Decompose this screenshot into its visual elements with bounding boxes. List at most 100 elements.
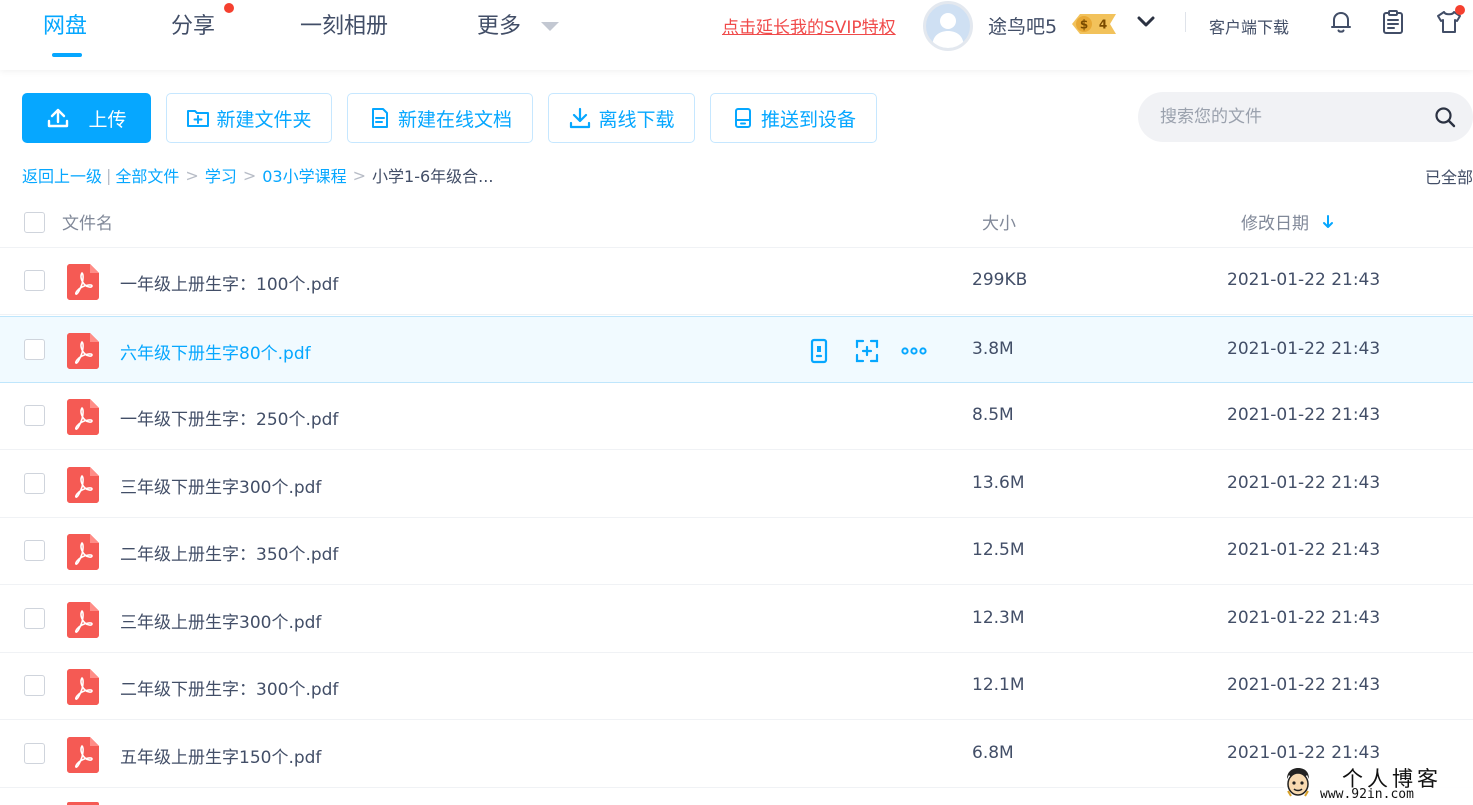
chevron-down-icon[interactable] <box>1136 14 1156 30</box>
breadcrumb-study[interactable]: 学习 <box>205 163 237 187</box>
vip-level: 4 <box>1099 18 1107 32</box>
push-to-device-label: 推送到设备 <box>760 108 856 131</box>
file-size: 3.8M <box>972 338 1014 359</box>
document-icon <box>371 108 388 128</box>
file-date: 2021-01-22 21:43 <box>1227 270 1381 290</box>
column-size[interactable]: 大小 <box>982 209 1016 234</box>
watermark-url: www.92in.com <box>1320 787 1414 802</box>
breadcrumb-all-files[interactable]: 全部文件 <box>115 163 179 187</box>
more-caret-icon[interactable] <box>541 22 559 31</box>
row-checkbox[interactable] <box>24 405 45 426</box>
push-to-device-button[interactable]: 推送到设备 <box>710 93 877 143</box>
file-size: 12.3M <box>972 607 1025 628</box>
table-row[interactable]: 六年级下册生字80个.pdf 3.8M 2021-01-22 21:43 <box>0 315 1473 383</box>
client-download-link[interactable]: 客户端下载 <box>1209 14 1289 38</box>
file-date: 2021-01-22 21:43 <box>1227 742 1381 763</box>
tab-more[interactable]: 更多 <box>477 8 521 40</box>
loaded-all-status: 已全部 <box>1424 168 1473 187</box>
offline-download-button[interactable]: 离线下载 <box>548 93 695 143</box>
column-name[interactable]: 文件名 <box>62 209 113 234</box>
file-date: 2021-01-22 21:43 <box>1227 540 1381 560</box>
row-checkbox[interactable] <box>24 742 45 764</box>
clipboard-icon[interactable] <box>1379 8 1407 36</box>
tab-album[interactable]: 一刻相册 <box>300 8 388 40</box>
new-online-doc-label: 新建在线文档 <box>397 108 512 131</box>
file-name[interactable]: 二年级上册生字：350个.pdf <box>120 540 338 565</box>
breadcrumb-primary-course[interactable]: 03小学课程 <box>262 163 346 187</box>
vip-symbol: $ <box>1080 18 1088 32</box>
pdf-file-icon <box>67 332 99 369</box>
device-icon <box>734 108 751 128</box>
file-name[interactable]: 三年级下册生字300个.pdf <box>120 473 321 498</box>
file-date: 2021-01-22 21:43 <box>1227 405 1381 425</box>
column-date[interactable]: 修改日期 <box>1241 209 1309 234</box>
upload-icon <box>48 108 69 128</box>
new-folder-button[interactable]: 新建文件夹 <box>166 93 332 143</box>
sort-desc-icon[interactable] <box>1321 214 1335 230</box>
pdf-file-icon <box>67 399 99 435</box>
new-online-doc-button[interactable]: 新建在线文档 <box>347 93 533 143</box>
avatar[interactable] <box>923 1 973 51</box>
row-checkbox[interactable] <box>24 270 45 291</box>
file-size: 12.5M <box>972 540 1025 560</box>
row-checkbox[interactable] <box>24 338 45 360</box>
pdf-file-icon <box>67 264 99 300</box>
active-tab-indicator <box>52 53 82 57</box>
file-date: 2021-01-22 21:43 <box>1227 675 1381 695</box>
file-name[interactable]: 三年级上册生字300个.pdf <box>120 608 321 633</box>
pdf-file-icon <box>67 466 99 503</box>
row-checkbox[interactable] <box>24 675 45 696</box>
svip-level-badge: $ 4 <box>1072 14 1116 34</box>
top-navbar: 网盘 分享 一刻相册 更多 点击延长我的SVIP特权 途鸟吧5 $ 4 客户端下… <box>0 0 1473 70</box>
share-link-icon[interactable] <box>854 338 880 364</box>
share-notification-dot <box>224 3 234 13</box>
divider <box>1185 12 1186 32</box>
file-name[interactable]: 一年级下册生字：250个.pdf <box>120 405 338 430</box>
cartoon-face-icon <box>1287 768 1309 797</box>
table-row[interactable]: 五年级上册生字150个.pdf 6.8M 2021-01-22 21:43 <box>0 721 1473 788</box>
pdf-file-icon <box>67 736 99 773</box>
table-row[interactable]: 二年级下册生字：300个.pdf 12.1M 2021-01-22 21:43 <box>0 653 1473 720</box>
file-size: 12.1M <box>972 675 1025 695</box>
file-name[interactable]: 二年级下册生字：300个.pdf <box>120 675 338 700</box>
row-checkbox[interactable] <box>24 472 45 494</box>
more-options-icon[interactable] <box>901 338 927 364</box>
blog-watermark: 个人博客 www.92in.com <box>1284 763 1473 805</box>
back-link[interactable]: 返回上一级 <box>22 163 102 187</box>
search-icon[interactable] <box>1434 106 1456 128</box>
table-row[interactable]: 三年级上册生字300个.pdf 12.3M 2021-01-22 21:43 <box>0 586 1473 653</box>
breadcrumb-arrow: > <box>185 165 199 185</box>
select-all-checkbox[interactable] <box>24 212 45 233</box>
bell-icon[interactable] <box>1327 8 1355 36</box>
upload-button[interactable]: 上传 <box>22 93 151 143</box>
file-name[interactable]: 一年级上册生字：100个.pdf <box>120 270 338 295</box>
table-row[interactable]: 二年级上册生字：350个.pdf 12.5M 2021-01-22 21:43 <box>0 518 1473 585</box>
pdf-file-icon <box>67 601 99 638</box>
new-folder-label: 新建文件夹 <box>216 108 312 131</box>
file-name[interactable]: 五年级上册生字150个.pdf <box>120 743 321 768</box>
upload-label: 上传 <box>88 108 127 131</box>
svip-renew-link[interactable]: 点击延长我的SVIP特权 <box>722 13 896 38</box>
file-size: 13.6M <box>972 472 1025 493</box>
breadcrumb-current: 小学1-6年级合... <box>372 167 494 186</box>
pdf-file-icon <box>67 669 99 705</box>
avatar-person-icon <box>932 13 964 48</box>
file-name[interactable]: 六年级下册生字80个.pdf <box>120 339 311 364</box>
table-row[interactable]: 一年级上册生字：100个.pdf 299KB 2021-01-22 21:43 <box>0 248 1473 315</box>
breadcrumb-arrow: > <box>242 165 257 185</box>
table-row[interactable]: 一年级下册生字：250个.pdf 8.5M 2021-01-22 21:43 <box>0 383 1473 450</box>
username[interactable]: 途鸟吧5 <box>988 12 1057 39</box>
file-size: 299KB <box>972 270 1028 290</box>
push-device-icon[interactable] <box>806 338 832 364</box>
file-size: 8.5M <box>972 405 1014 425</box>
tab-netdisk[interactable]: 网盘 <box>43 8 87 40</box>
row-checkbox[interactable] <box>24 607 45 629</box>
breadcrumb: 返回上一级 | 全部文件 > 学习 > 03小学课程 > 小学1-6年级合... <box>22 163 493 187</box>
search-input[interactable] <box>1160 92 1420 142</box>
row-checkbox[interactable] <box>24 540 45 561</box>
table-row[interactable]: 三年级下册生字300个.pdf 13.6M 2021-01-22 21:43 <box>0 451 1473 518</box>
skin-notification-dot <box>1455 5 1465 15</box>
pdf-file-icon <box>67 534 99 570</box>
tab-share[interactable]: 分享 <box>171 8 215 40</box>
file-list-header: 文件名 大小 修改日期 <box>0 195 1473 248</box>
